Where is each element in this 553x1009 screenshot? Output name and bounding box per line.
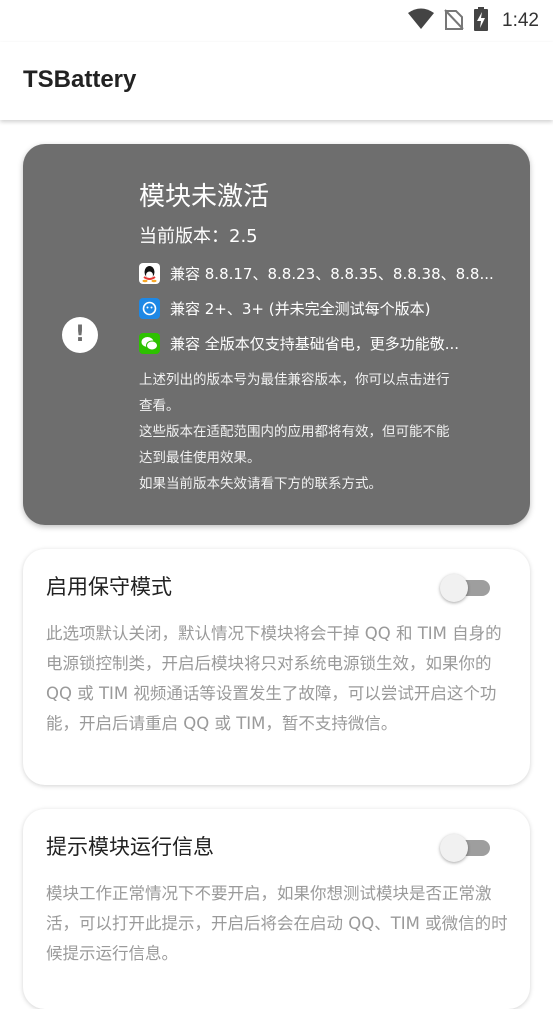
setting-title: 启用保守模式 [46, 575, 172, 599]
compat-text-tim: 兼容 2+、3+ (并未完全测试每个版本) [170, 299, 431, 318]
battery-charging-icon [474, 7, 489, 35]
app-title: TSBattery [23, 66, 137, 93]
setting-title: 提示模块运行信息 [46, 835, 214, 859]
wifi-icon [408, 8, 435, 34]
note-line: 这些版本在适配范围内的应用都将有效，但可能不能 [139, 424, 450, 440]
compat-text-qq: 兼容 8.8.17、8.8.23、8.8.35、8.8.38、8.8... [170, 264, 494, 283]
compat-note: 上述列出的版本号为最佳兼容版本，你可以点击进行 查看。 这些版本在适配范围内的应… [139, 367, 499, 497]
compat-text-wechat: 兼容 全版本仅支持基础省电，更多功能敬... [170, 334, 460, 353]
setting-card-run-info: 提示模块运行信息 模块工作正常情况下不要开启，如果你想测试模块是否正常激活，可以… [23, 809, 530, 1009]
note-line: 上述列出的版本号为最佳兼容版本，你可以点击进行 [139, 372, 450, 388]
setting-description: 模块工作正常情况下不要开启，如果你想测试模块是否正常激活，可以打开此提示，开启后… [46, 884, 508, 963]
compat-row-wechat[interactable]: 兼容 全版本仅支持基础省电，更多功能敬... [139, 331, 509, 355]
module-status-title: 模块未激活 [139, 182, 270, 212]
note-line: 查看。 [139, 398, 180, 414]
run-info-toggle[interactable] [440, 832, 492, 862]
note-line: 达到最佳使用效果。 [139, 450, 261, 466]
alert-icon: ! [62, 317, 98, 353]
clock: 1:42 [502, 10, 539, 31]
app-bar: TSBattery [0, 42, 553, 120]
compat-row-qq[interactable]: 兼容 8.8.17、8.8.23、8.8.35、8.8.38、8.8... [139, 261, 509, 285]
wechat-icon [139, 332, 160, 354]
status-bar: 1:42 [0, 0, 553, 42]
module-version: 当前版本：2.5 [139, 226, 258, 247]
note-line: 如果当前版本失效请看下方的联系方式。 [139, 476, 382, 492]
no-sim-icon [444, 8, 464, 34]
setting-description: 此选项默认关闭，默认情况下模块将会干掉 QQ 和 TIM 自身的电源锁控制类，开… [46, 624, 502, 733]
compat-row-tim[interactable]: 兼容 2+、3+ (并未完全测试每个版本) [139, 296, 509, 320]
setting-card-conservative-mode: 启用保守模式 此选项默认关闭，默认情况下模块将会干掉 QQ 和 TIM 自身的电… [23, 549, 530, 785]
tim-icon [139, 297, 160, 319]
qq-icon [139, 262, 160, 284]
conservative-mode-toggle[interactable] [440, 572, 492, 602]
module-status-card[interactable]: ! 模块未激活 当前版本：2.5 兼容 8.8.17、8.8.23、8.8.35… [23, 144, 530, 525]
